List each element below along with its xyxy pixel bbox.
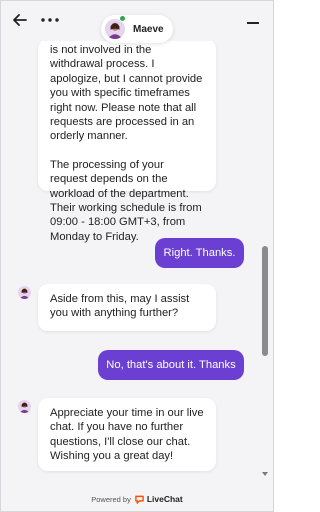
- powered-by-label: Powered by: [91, 494, 131, 504]
- user-message: No, that's about it. Thanks: [98, 350, 244, 380]
- agent-badge[interactable]: Maeve: [101, 15, 173, 43]
- agent-avatar-icon: [18, 400, 31, 413]
- message-text: Right. Thanks.: [163, 247, 236, 259]
- message-text: Appreciate your time in our live chat. I…: [50, 407, 204, 463]
- livechat-brand: LiveChat: [146, 494, 183, 504]
- scrollbar-thumb[interactable]: [262, 246, 268, 356]
- agent-avatar-icon: [18, 286, 31, 299]
- chat-header: Maeve: [1, 1, 273, 43]
- message-text: is not involved in the withdrawal proces…: [50, 44, 203, 143]
- arrow-left-icon[interactable]: [10, 10, 30, 30]
- agent-avatar-icon: [105, 19, 125, 39]
- message-list[interactable]: is not involved in the withdrawal proces…: [1, 1, 263, 511]
- message-text: Aside from this, may I assist you with a…: [50, 293, 190, 320]
- message-text: The processing of your request depends o…: [50, 158, 202, 243]
- minimize-icon[interactable]: [246, 10, 262, 30]
- message-text: No, that's about it. Thanks: [106, 359, 236, 371]
- chat-widget: is not involved in the withdrawal proces…: [0, 0, 274, 512]
- scroll-down-arrow-icon[interactable]: [262, 472, 268, 476]
- online-status-icon: [119, 15, 126, 22]
- user-message: Right. Thanks.: [155, 238, 244, 268]
- more-dots-icon[interactable]: [39, 10, 61, 30]
- livechat-logo-icon: [135, 495, 144, 504]
- agent-message: is not involved in the withdrawal proces…: [38, 39, 216, 243]
- agent-message: Aside from this, may I assist you with a…: [38, 284, 216, 331]
- agent-message: Appreciate your time in our live chat. I…: [38, 398, 216, 471]
- agent-name: Maeve: [133, 23, 164, 35]
- powered-by-footer[interactable]: Powered by LiveChat: [1, 486, 273, 511]
